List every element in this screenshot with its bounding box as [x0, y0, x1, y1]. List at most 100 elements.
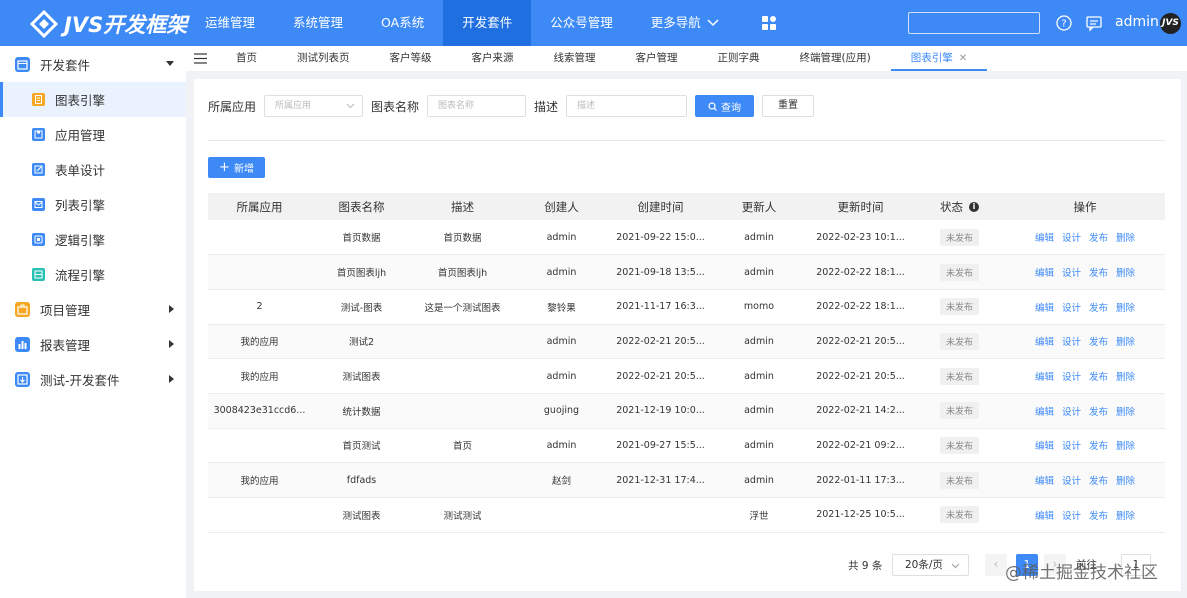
edit-link[interactable]: 编辑 [1035, 268, 1054, 279]
delete-link[interactable]: 删除 [1116, 372, 1135, 383]
add-button[interactable]: + 新增 [208, 157, 265, 178]
design-link[interactable]: 设计 [1062, 233, 1081, 244]
page-size-select[interactable]: 20条/页 [892, 554, 969, 576]
tab-lead-manage[interactable]: 线索管理 [534, 46, 616, 71]
tab-test-list[interactable]: 测试列表页 [277, 46, 370, 71]
topnav-system[interactable]: 系统管理 [274, 0, 362, 46]
publish-link[interactable]: 发布 [1089, 511, 1108, 522]
design-link[interactable]: 设计 [1062, 268, 1081, 279]
reset-button[interactable]: 重置 [762, 95, 815, 117]
design-link[interactable]: 设计 [1062, 511, 1081, 522]
edit-link[interactable]: 编辑 [1035, 372, 1054, 383]
status-header-label: 状态 [940, 199, 963, 214]
publish-link[interactable]: 发布 [1089, 407, 1108, 418]
topnav-ops[interactable]: 运维管理 [186, 0, 274, 46]
caret-right-icon [169, 340, 174, 348]
delete-link[interactable]: 删除 [1116, 441, 1135, 452]
top-search-input[interactable] [908, 12, 1040, 34]
sidebar-group-test-dev[interactable]: 测试-开发套件 [0, 362, 186, 397]
tab-regex-dict[interactable]: 正则字典 [698, 46, 780, 71]
description-input[interactable]: 描述 [566, 95, 688, 117]
design-link[interactable]: 设计 [1062, 407, 1081, 418]
chart-name-input[interactable]: 图表名称 [427, 95, 527, 117]
sidebar-item-form-design[interactable]: 表单设计 [0, 152, 186, 187]
col-header-app[interactable]: 所属应用 [208, 193, 311, 220]
design-link[interactable]: 设计 [1062, 476, 1081, 487]
publish-link[interactable]: 发布 [1089, 441, 1108, 452]
app-select[interactable]: 所属应用 [264, 95, 364, 117]
cell-updater: admin [744, 405, 774, 417]
cell-actions: 编辑 设计 发布 删除 [1005, 289, 1165, 324]
sidebar-item-chart-engine[interactable]: 图表引擎 [0, 82, 186, 117]
topnav-oa[interactable]: OA系统 [362, 0, 443, 46]
delete-link[interactable]: 删除 [1116, 407, 1135, 418]
menu-toggle-icon[interactable] [194, 53, 207, 64]
tab-home[interactable]: 首页 [216, 46, 277, 71]
topnav-wechat[interactable]: 公众号管理 [531, 0, 632, 46]
chevron-down-icon [951, 563, 960, 569]
sidebar: 开发套件 图表引擎 应用管理 表单设计 列表引擎 逻辑引擎 流程引擎 项目管理 … [0, 46, 186, 598]
tab-customer-source[interactable]: 客户来源 [452, 46, 534, 71]
delete-link[interactable]: 删除 [1116, 303, 1135, 314]
cell-status: 未发布 [914, 220, 1005, 255]
col-header-updated[interactable]: 更新时间 [807, 193, 914, 220]
info-icon[interactable]: i [969, 202, 979, 212]
col-header-name[interactable]: 图表名称 [311, 193, 412, 220]
sidebar-item-logic-engine[interactable]: 逻辑引擎 [0, 222, 186, 257]
delete-link[interactable]: 删除 [1116, 337, 1135, 348]
delete-link[interactable]: 删除 [1116, 233, 1135, 244]
col-header-status[interactable]: 状态 i [914, 193, 1005, 220]
help-icon[interactable]: ? [1055, 14, 1073, 32]
topnav-more[interactable]: 更多导航 [632, 0, 738, 46]
topnav-dev-suite[interactable]: 开发套件 [443, 0, 532, 46]
col-header-created[interactable]: 创建时间 [610, 193, 711, 220]
publish-link[interactable]: 发布 [1089, 268, 1108, 279]
close-icon[interactable]: ✕ [959, 53, 967, 64]
cell-actions: 编辑 设计 发布 删除 [1005, 255, 1165, 290]
col-header-desc[interactable]: 描述 [412, 193, 513, 220]
edit-link[interactable]: 编辑 [1035, 511, 1054, 522]
sidebar-item-app-manage[interactable]: 应用管理 [0, 117, 186, 152]
edit-link[interactable]: 编辑 [1035, 476, 1054, 487]
message-icon[interactable] [1085, 14, 1103, 32]
delete-link[interactable]: 删除 [1116, 268, 1135, 279]
edit-link[interactable]: 编辑 [1035, 337, 1054, 348]
logo[interactable]: JVS开发框架 [30, 9, 187, 39]
tab-chart-engine[interactable]: 图表引擎 ✕ [890, 46, 988, 71]
cell-app: 我的应用 [240, 372, 279, 384]
cell-created: 2021-12-31 17:4... [616, 474, 705, 486]
design-link[interactable]: 设计 [1062, 372, 1081, 383]
edit-link[interactable]: 编辑 [1035, 303, 1054, 314]
search-button[interactable]: 查询 [695, 95, 755, 117]
publish-link[interactable]: 发布 [1089, 372, 1108, 383]
sidebar-group-dev-suite[interactable]: 开发套件 [0, 47, 186, 82]
sidebar-item-list-engine[interactable]: 列表引擎 [0, 187, 186, 222]
app-grid-button[interactable] [738, 0, 800, 46]
publish-link[interactable]: 发布 [1089, 303, 1108, 314]
delete-link[interactable]: 删除 [1116, 476, 1135, 487]
tab-customer-level[interactable]: 客户等级 [370, 46, 452, 71]
publish-link[interactable]: 发布 [1089, 233, 1108, 244]
design-link[interactable]: 设计 [1062, 337, 1081, 348]
design-link[interactable]: 设计 [1062, 303, 1081, 314]
user-name[interactable]: admin [1115, 14, 1159, 30]
col-header-creator[interactable]: 创建人 [513, 193, 610, 220]
sidebar-item-label: 图表引擎 [55, 93, 106, 108]
tab-customer-manage[interactable]: 客户管理 [616, 46, 698, 71]
sidebar-group-report[interactable]: 报表管理 [0, 327, 186, 362]
sidebar-item-flow-engine[interactable]: 流程引擎 [0, 257, 186, 292]
col-header-updater[interactable]: 更新人 [711, 193, 807, 220]
delete-link[interactable]: 删除 [1116, 511, 1135, 522]
prev-page-button[interactable]: ‹ [985, 554, 1007, 576]
design-link[interactable]: 设计 [1062, 441, 1081, 452]
edit-link[interactable]: 编辑 [1035, 407, 1054, 418]
publish-link[interactable]: 发布 [1089, 337, 1108, 348]
tab-terminal-manage[interactable]: 终端管理(应用) [780, 46, 891, 71]
publish-link[interactable]: 发布 [1089, 476, 1108, 487]
cell-updated: 2022-02-21 09:2... [816, 439, 905, 451]
edit-link[interactable]: 编辑 [1035, 233, 1054, 244]
sidebar-group-project[interactable]: 项目管理 [0, 292, 186, 327]
edit-link[interactable]: 编辑 [1035, 441, 1054, 452]
filter-bar: 所属应用 所属应用 图表名称 图表名称 描述 描述 查询 重置 [208, 95, 815, 117]
avatar[interactable]: JVS [1160, 13, 1181, 34]
